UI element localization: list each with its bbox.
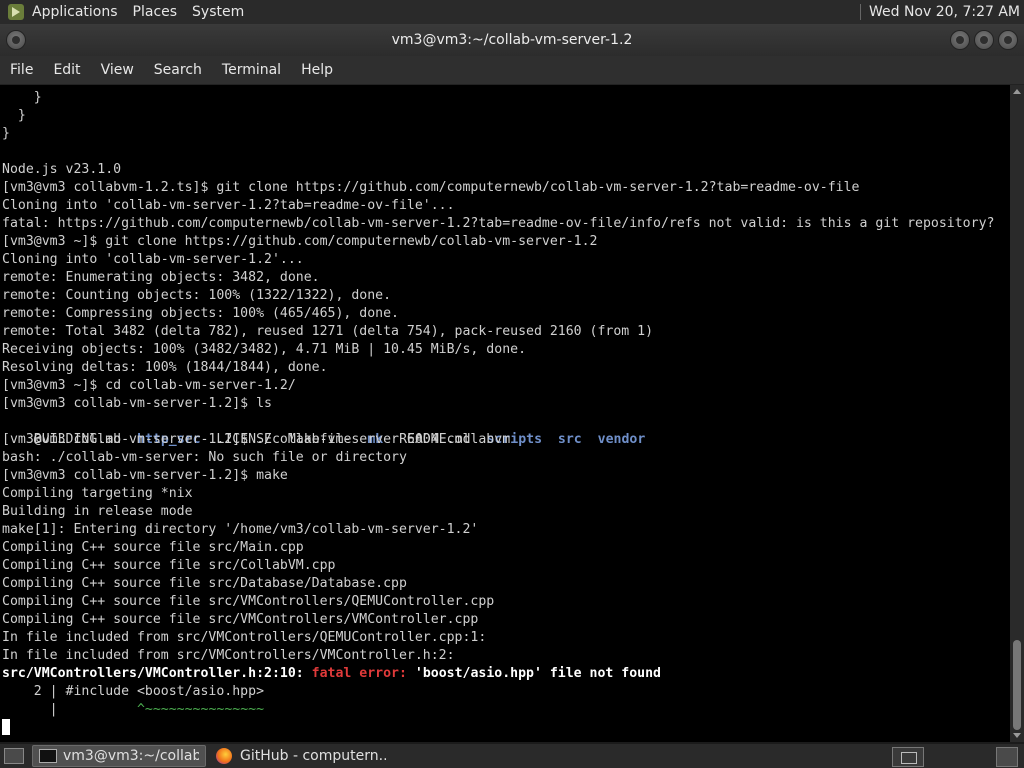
panel-menu-applications[interactable]: Applications bbox=[32, 4, 118, 20]
top-panel: Applications Places System Wed Nov 20, 7… bbox=[0, 0, 1024, 24]
terminal-line: Compiling C++ source file src/VMControll… bbox=[2, 594, 495, 609]
caret-line: | ^~~~~~~~~~~~~~~~ bbox=[2, 701, 264, 719]
terminal-line: [vm3@vm3 collab-vm-server-1.2]$ make bbox=[2, 468, 288, 483]
window-menu-button[interactable] bbox=[6, 30, 26, 50]
terminal-line: [vm3@vm3 collabvm-1.2.ts]$ git clone htt… bbox=[2, 180, 860, 195]
window-title: vm3@vm3:~/collab-vm-server-1.2 bbox=[391, 32, 633, 48]
terminal-line: Compiling C++ source file src/CollabVM.c… bbox=[2, 558, 336, 573]
taskbar-item-terminal[interactable]: vm3@vm3:~/collab... bbox=[32, 745, 206, 767]
menu-terminal[interactable]: Terminal bbox=[212, 62, 291, 78]
ls-entry-dir: src bbox=[557, 432, 582, 447]
window-titlebar[interactable]: vm3@vm3:~/collab-vm-server-1.2 bbox=[0, 24, 1024, 56]
terminal-output[interactable]: } } } Node.js v23.1.0 [vm3@vm3 collabvm-… bbox=[0, 85, 1010, 742]
taskbar-item-label: vm3@vm3:~/collab... bbox=[63, 748, 199, 764]
error-message: 'boost/asio.hpp' file not found bbox=[414, 666, 662, 681]
terminal-line: Compiling C++ source file src/Main.cpp bbox=[2, 540, 304, 555]
terminal-line: [vm3@vm3 collab-vm-server-1.2]$ ./collab… bbox=[2, 432, 511, 447]
terminal-line: remote: Enumerating objects: 3482, done. bbox=[2, 270, 320, 285]
terminal-line: Compiling targeting *nix bbox=[2, 486, 193, 501]
terminal-scrollbar[interactable] bbox=[1010, 85, 1024, 742]
terminal-line: Node.js v23.1.0 bbox=[2, 162, 122, 177]
terminal-line: Compiling C++ source file src/VMControll… bbox=[2, 612, 479, 627]
taskbar-item-label: GitHub - computern... bbox=[240, 748, 386, 764]
terminal-menubar: File Edit View Search Terminal Help bbox=[0, 56, 1024, 85]
terminal-line: fatal: https://github.com/computernewb/c… bbox=[2, 216, 995, 231]
terminal-line: [vm3@vm3 collab-vm-server-1.2]$ ls bbox=[2, 396, 272, 411]
caret-marker: ^~~~~~~~~~~~~~~~ bbox=[136, 702, 265, 717]
close-button[interactable] bbox=[998, 30, 1018, 50]
scrollbar-thumb[interactable] bbox=[1013, 640, 1021, 730]
terminal-line: Cloning into 'collab-vm-server-1.2'... bbox=[2, 252, 304, 267]
ls-output-line: BUILDING.md http_src LICENSE Makefile mk… bbox=[2, 413, 646, 447]
workspace-switcher[interactable] bbox=[892, 747, 924, 767]
terminal-line: [vm3@vm3 ~]$ cd collab-vm-server-1.2/ bbox=[2, 378, 296, 393]
terminal-line: bash: ./collab-vm-server: No such file o… bbox=[2, 450, 407, 465]
terminal-line: remote: Counting objects: 100% (1322/132… bbox=[2, 288, 392, 303]
panel-menu-places[interactable]: Places bbox=[133, 4, 178, 20]
show-desktop-button[interactable] bbox=[4, 748, 24, 764]
firefox-icon bbox=[216, 748, 232, 764]
source-line: 2 | #include <boost/asio.hpp> bbox=[2, 684, 265, 699]
terminal-line: In file included from src/VMControllers/… bbox=[2, 648, 455, 663]
terminal-line: Resolving deltas: 100% (1844/1844), done… bbox=[2, 360, 328, 375]
menu-edit[interactable]: Edit bbox=[43, 62, 90, 78]
terminal-line: } bbox=[2, 108, 26, 123]
caret-gutter: | bbox=[2, 702, 137, 717]
prompt-line bbox=[2, 719, 10, 737]
terminal-line: Compiling C++ source file src/Database/D… bbox=[2, 576, 407, 591]
terminal-line: remote: Compressing objects: 100% (465/4… bbox=[2, 306, 399, 321]
terminal-line: Cloning into 'collab-vm-server-1.2?tab=r… bbox=[2, 198, 455, 213]
terminal-line: make[1]: Entering directory '/home/vm3/c… bbox=[2, 522, 479, 537]
terminal-line: [vm3@vm3 ~]$ git clone https://github.co… bbox=[2, 234, 598, 249]
terminal-line: Receiving objects: 100% (3482/3482), 4.7… bbox=[2, 342, 527, 357]
menu-search[interactable]: Search bbox=[144, 62, 212, 78]
panel-menu-system[interactable]: System bbox=[192, 4, 244, 20]
text-cursor bbox=[2, 719, 10, 735]
panel-clock[interactable]: Wed Nov 20, 7:27 AM bbox=[869, 4, 1020, 20]
bottom-taskbar: vm3@vm3:~/collab... GitHub - computern..… bbox=[0, 744, 1024, 768]
terminal-line: } bbox=[2, 90, 42, 105]
terminal-icon bbox=[39, 749, 57, 763]
scroll-down-arrow-icon[interactable] bbox=[1013, 733, 1021, 738]
ls-entry-dir: vendor bbox=[597, 432, 646, 447]
terminal-line: Building in release mode bbox=[2, 504, 193, 519]
distro-logo-icon[interactable] bbox=[8, 4, 24, 20]
menu-help[interactable]: Help bbox=[291, 62, 343, 78]
terminal-line: } bbox=[2, 126, 10, 141]
terminal-line: In file included from src/VMControllers/… bbox=[2, 630, 487, 645]
panel-separator bbox=[859, 4, 861, 20]
maximize-button[interactable] bbox=[974, 30, 994, 50]
minimize-button[interactable] bbox=[950, 30, 970, 50]
trash-icon[interactable] bbox=[996, 747, 1018, 767]
compiler-error-line: src/VMControllers/VMController.h:2:10: f… bbox=[2, 665, 661, 683]
error-location: src/VMControllers/VMController.h:2:10: bbox=[2, 666, 312, 681]
terminal-line: remote: Total 3482 (delta 782), reused 1… bbox=[2, 324, 654, 339]
taskbar-item-browser[interactable]: GitHub - computern... bbox=[210, 746, 392, 766]
error-kind: fatal error: bbox=[311, 666, 415, 681]
menu-file[interactable]: File bbox=[0, 62, 43, 78]
scroll-up-arrow-icon[interactable] bbox=[1013, 89, 1021, 94]
menu-view[interactable]: View bbox=[91, 62, 144, 78]
